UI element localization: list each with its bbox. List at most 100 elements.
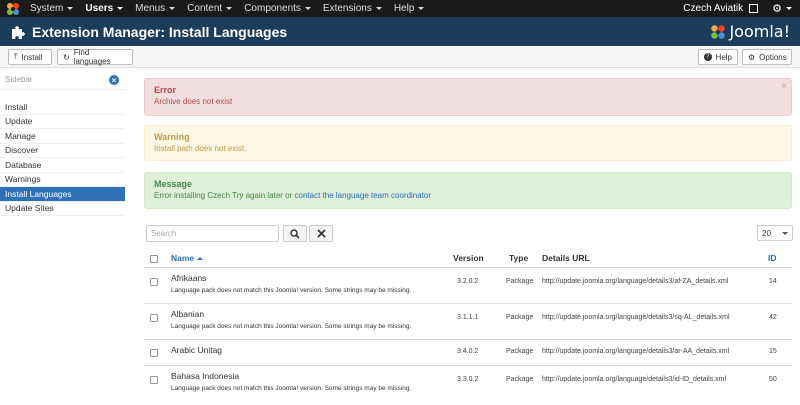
caret-down-icon xyxy=(304,7,311,10)
joomla-logo-icon[interactable] xyxy=(6,2,20,16)
menu-users-label: Users xyxy=(85,3,114,14)
sidebar-item-warnings[interactable]: Warnings xyxy=(0,173,125,187)
sidebar-item-install-languages[interactable]: Install Languages xyxy=(0,187,125,202)
close-icon[interactable]: × xyxy=(781,81,787,92)
user-settings-menu[interactable]: ⚙ xyxy=(772,2,792,15)
close-circle-icon[interactable]: × xyxy=(109,75,119,85)
language-note: Language pack does not match this Joomla… xyxy=(171,385,412,392)
external-link-icon[interactable] xyxy=(749,4,759,13)
language-details-url: http://update.joomla.org/language/detail… xyxy=(542,278,729,285)
language-type: Package xyxy=(506,314,534,321)
joomla-logo-icon xyxy=(711,24,726,39)
column-url-header: Details URL xyxy=(542,253,590,263)
table-row: Arabic Unitag 3.4.0.2 Package http://upd… xyxy=(144,339,792,365)
language-version: 3.3.0.2 xyxy=(457,376,479,383)
language-id: 42 xyxy=(769,314,777,321)
table-row: Bahasa Indonesia Language pack does not … xyxy=(144,365,792,401)
message-alert-title: Message xyxy=(154,179,193,189)
question-circle-icon: ? xyxy=(704,53,712,61)
row-checkbox[interactable] xyxy=(150,278,158,286)
menu-menus[interactable]: Menus xyxy=(129,0,181,17)
sidebar-item-install[interactable]: Install xyxy=(0,100,125,115)
language-type: Package xyxy=(506,348,534,355)
list-limit-select[interactable]: 20 xyxy=(757,225,793,241)
list-limit-value: 20 xyxy=(762,228,771,238)
language-name: Albanian xyxy=(171,309,205,319)
gear-icon: ⚙ xyxy=(772,3,782,15)
menu-menus-label: Menus xyxy=(135,3,166,14)
refresh-icon: ↻ xyxy=(63,52,70,62)
menu-users[interactable]: Users xyxy=(79,0,129,17)
sidebar-heading-label: Sidebar xyxy=(5,75,33,84)
language-version: 3.1.1.1 xyxy=(457,314,479,321)
row-checkbox[interactable] xyxy=(150,314,158,322)
close-icon xyxy=(316,229,326,238)
error-alert-title: Error xyxy=(154,85,177,95)
language-id: 14 xyxy=(769,278,777,285)
sort-asc-icon xyxy=(197,257,204,261)
search-button[interactable] xyxy=(283,225,307,242)
language-details-url: http://update.joomla.org/language/detail… xyxy=(542,314,730,321)
caret-down-icon xyxy=(117,7,124,10)
error-alert-body: Archive does not exist xyxy=(154,97,233,106)
row-checkbox[interactable] xyxy=(150,376,158,384)
menu-help[interactable]: Help xyxy=(388,0,431,17)
sidebar-item-manage[interactable]: Manage xyxy=(0,129,125,144)
gear-icon: ⚙ xyxy=(748,52,756,62)
language-details-url: http://update.joomla.org/language/detail… xyxy=(542,376,727,383)
language-type: Package xyxy=(506,278,534,285)
table-row: Afrikaans Language pack does not match t… xyxy=(144,267,792,303)
clear-search-button[interactable] xyxy=(309,225,333,242)
sidebar-item-database[interactable]: Database xyxy=(0,158,125,173)
caret-down-icon xyxy=(226,7,233,10)
message-alert-body: Error installing Czech Try again later o… xyxy=(154,191,782,200)
install-button-label: Install xyxy=(21,52,43,62)
sidebar-item-update[interactable]: Update xyxy=(0,115,125,129)
topnav-right: Czech Aviatik ⚙ xyxy=(683,2,800,15)
find-languages-button[interactable]: ↻ Find languages xyxy=(57,48,133,66)
language-note: Language pack does not match this Joomla… xyxy=(171,323,412,330)
column-name-header[interactable]: Name xyxy=(171,253,204,263)
language-id: 50 xyxy=(769,376,777,383)
puzzle-piece-icon xyxy=(12,25,25,39)
contact-coordinator-link[interactable]: contact the language team coordinator xyxy=(295,191,432,200)
menu-extensions[interactable]: Extensions xyxy=(317,0,388,17)
menu-system-label: System xyxy=(30,3,64,14)
options-button[interactable]: ⚙ Options xyxy=(742,49,792,65)
menu-help-label: Help xyxy=(393,3,415,14)
language-details-url: http://update.joomla.org/language/detail… xyxy=(542,348,730,355)
name-header-label: Name xyxy=(171,253,195,263)
error-alert: × Error Archive does not exist xyxy=(144,78,792,116)
help-label: Help xyxy=(715,52,732,62)
sidebar-item-discover[interactable]: Discover xyxy=(0,144,125,158)
search-input[interactable] xyxy=(146,225,279,242)
top-navbar: System Users Menus Content Components Ex… xyxy=(0,0,800,17)
caret-down-icon xyxy=(782,232,788,235)
install-button[interactable]: ⤒ Install xyxy=(8,49,52,65)
message-alert-text: Error installing Czech Try again later o… xyxy=(154,191,295,200)
table-row: Albanian Language pack does not match th… xyxy=(144,303,792,339)
menu-components[interactable]: Components xyxy=(238,0,317,17)
joomla-brand-text: Joomla! xyxy=(729,22,790,41)
column-id-header[interactable]: ID xyxy=(768,253,777,263)
column-version-header: Version xyxy=(453,253,484,263)
upload-icon: ⤒ xyxy=(14,52,18,61)
language-version: 3.2.0.2 xyxy=(457,278,479,285)
message-alert: Message Error installing Czech Try again… xyxy=(144,172,792,209)
sidebar-list: Install Update Manage Discover Database … xyxy=(0,100,125,216)
site-name-link[interactable]: Czech Aviatik xyxy=(683,3,749,14)
language-name: Arabic Unitag xyxy=(171,345,223,355)
language-id: 15 xyxy=(769,348,777,355)
sidebar-item-update-sites[interactable]: Update Sites xyxy=(0,202,125,216)
joomla-brand: Joomla! xyxy=(710,22,790,41)
row-checkbox[interactable] xyxy=(150,349,158,357)
menu-content[interactable]: Content xyxy=(181,0,238,17)
language-note: Language pack does not match this Joomla… xyxy=(171,287,412,294)
help-button[interactable]: ? Help xyxy=(698,49,738,65)
find-languages-label: Find languages xyxy=(73,48,111,66)
language-version: 3.4.0.2 xyxy=(457,348,479,355)
check-all-checkbox[interactable] xyxy=(150,255,158,263)
menu-system[interactable]: System xyxy=(24,0,79,17)
languages-table: Name Version Type Details URL ID Afrikaa… xyxy=(144,250,792,401)
warning-alert: Warning Install path does not exist. xyxy=(144,125,792,161)
